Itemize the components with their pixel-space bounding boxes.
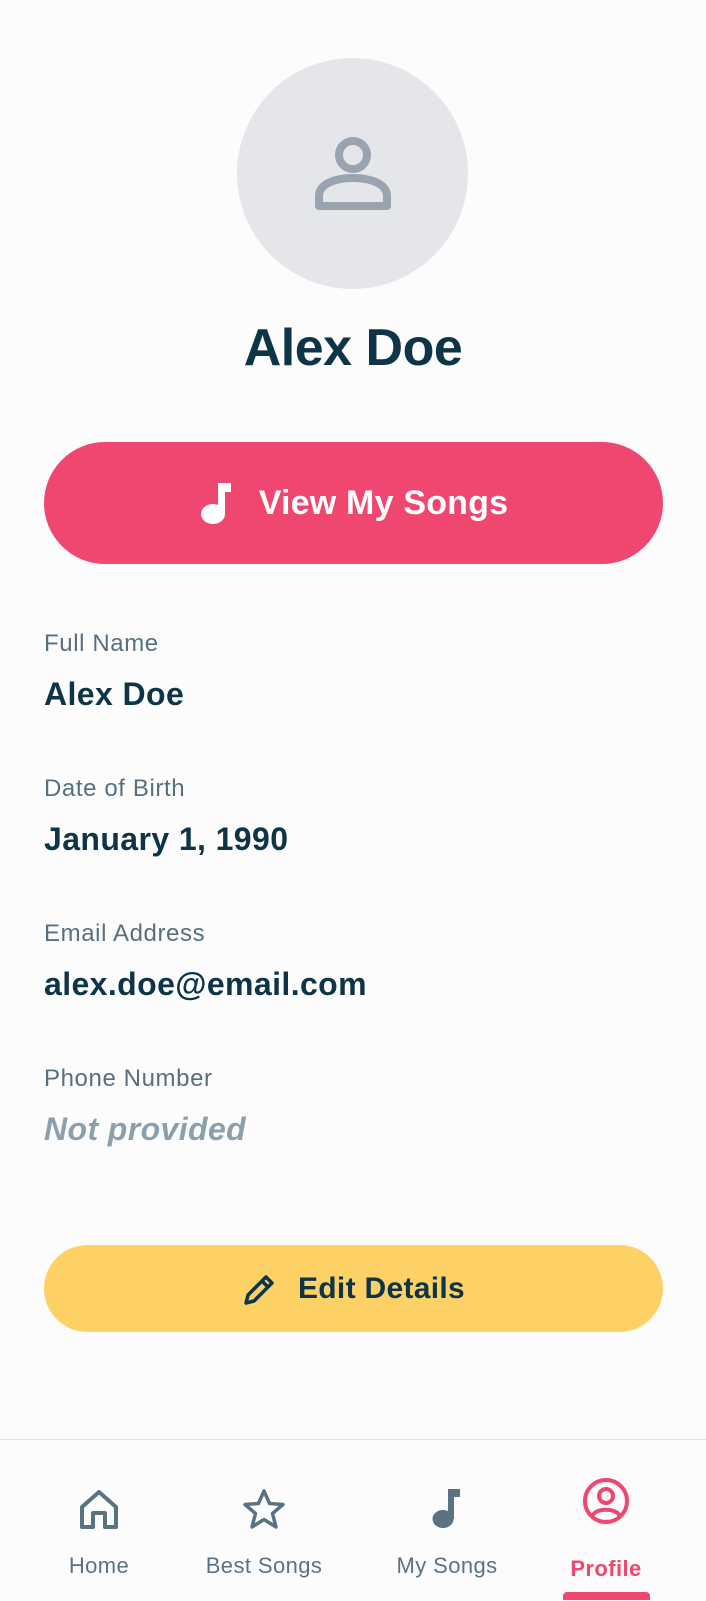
music-note-icon <box>200 483 231 524</box>
field-label: Full Name <box>44 630 159 657</box>
tab-home[interactable]: Home <box>11 1440 187 1601</box>
view-my-songs-button[interactable]: View My Songs <box>44 442 663 564</box>
edit-details-button[interactable]: Edit Details <box>44 1245 663 1332</box>
tab-label: My Songs <box>396 1553 498 1578</box>
pencil-icon <box>244 1274 274 1305</box>
field-date-of-birth: Date of Birth January 1, 1990 <box>44 775 664 858</box>
bottom-tab-bar: Home Best Songs My Songs Profile <box>0 1439 706 1601</box>
avatar <box>237 58 468 289</box>
field-label: Phone Number <box>44 1065 213 1092</box>
field-phone-number: Phone Number Not provided <box>44 1065 664 1148</box>
person-icon <box>314 136 391 210</box>
field-value: Alex Doe <box>44 676 185 712</box>
view-my-songs-label: View My Songs <box>258 483 509 522</box>
field-label: Date of Birth <box>44 775 186 802</box>
tab-profile[interactable]: Profile <box>518 1440 694 1601</box>
tab-label: Home <box>68 1553 130 1578</box>
active-tab-indicator <box>563 1592 650 1600</box>
profile-name: Alex Doe <box>243 319 463 377</box>
field-value: Not provided <box>44 1111 247 1147</box>
field-full-name: Full Name Alex Doe <box>44 630 664 713</box>
edit-details-label: Edit Details <box>298 1271 465 1305</box>
tab-label: Best Songs <box>205 1553 323 1578</box>
tab-best-songs[interactable]: Best Songs <box>176 1440 352 1601</box>
field-value: January 1, 1990 <box>44 821 289 857</box>
tab-label: Profile <box>570 1556 642 1581</box>
star-icon <box>243 1489 285 1529</box>
user-circle-icon <box>583 1478 629 1524</box>
home-icon <box>80 1490 118 1529</box>
music-note-icon <box>432 1489 460 1528</box>
field-value: alex.doe@email.com <box>44 966 367 1002</box>
field-email-address: Email Address alex.doe@email.com <box>44 920 664 1003</box>
tab-my-songs[interactable]: My Songs <box>359 1440 535 1601</box>
field-label: Email Address <box>44 920 206 947</box>
